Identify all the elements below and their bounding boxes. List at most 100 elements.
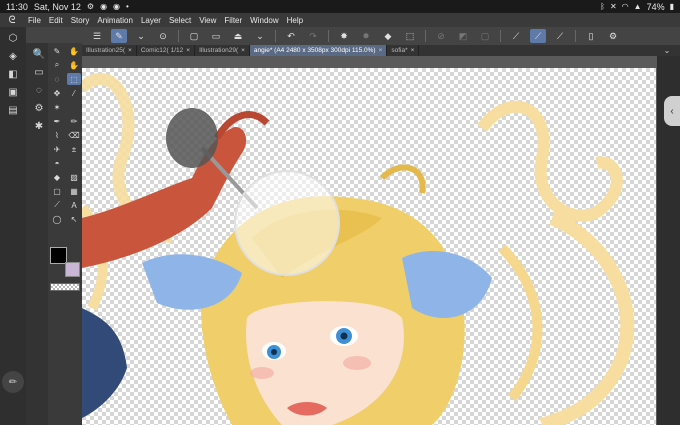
menu-help[interactable]: Help — [283, 16, 307, 25]
clear-outside-icon[interactable]: ✸ — [358, 29, 374, 43]
grid-snap-icon[interactable]: ⟋ — [552, 29, 568, 43]
selection-remove-icon[interactable]: ⊘ — [433, 29, 449, 43]
open-folder-icon[interactable]: ▭ — [208, 29, 224, 43]
new-file-icon[interactable]: ▢ — [186, 29, 202, 43]
discord-icon: ◉ — [100, 2, 108, 11]
settings-gear-icon: ⚙ — [86, 2, 95, 11]
fill-tool-icon[interactable]: ◓ — [50, 157, 64, 169]
menu-select[interactable]: Select — [165, 16, 195, 25]
companion-mode-icon[interactable]: ⊙ — [155, 29, 171, 43]
tab-illustration29[interactable]: Illustration29( × — [195, 45, 250, 56]
undo-icon[interactable]: ↶ — [283, 29, 299, 43]
balloon-tool-icon[interactable]: ◯ — [50, 213, 64, 225]
menu-hamburger-icon[interactable]: ☰ — [89, 29, 105, 43]
menu-file[interactable]: File — [24, 16, 45, 25]
fill-icon[interactable]: ◆ — [380, 29, 396, 43]
eraser-tool-icon[interactable]: ⌫ — [67, 129, 81, 141]
tab-sofia[interactable]: sofia* × — [387, 45, 420, 56]
pen-pressure-icon[interactable]: ✏ — [2, 371, 24, 393]
mute-icon: ✕ — [609, 2, 617, 11]
tab-comic12[interactable]: Comic12( 1/12 × — [137, 45, 196, 56]
chevron-down-icon[interactable]: ⌄ — [252, 29, 268, 43]
divider — [500, 30, 501, 42]
pen-nib-tool-icon[interactable]: ✒ — [50, 115, 64, 127]
gradient-tool-icon[interactable]: ▨ — [67, 171, 81, 183]
chevron-down-icon[interactable]: ⌄ — [133, 29, 149, 43]
hand-tool-icon[interactable]: ✋ — [67, 59, 81, 71]
figure-tool-icon[interactable]: ▢ — [50, 185, 64, 197]
menu-filter[interactable]: Filter — [220, 16, 246, 25]
lasso-tool-icon[interactable]: ◌ — [50, 73, 64, 85]
divider — [328, 30, 329, 42]
navigator-icon[interactable]: ▣ — [5, 85, 21, 99]
menu-bar: ᘓ File Edit Story Animation Layer Select… — [0, 13, 680, 27]
eyedropper-tool-icon[interactable]: ⁄ — [67, 87, 81, 99]
selection-invert-icon[interactable]: ◩ — [455, 29, 471, 43]
tool-palette: ✎ ✋ ⌕ ✋ ◌ ⬚ ✥ ⁄ ✶ ✒ ✏ ⌇ ⌫ ✈ ± ◓ ◆ ▨ ▢ ▦ … — [48, 43, 82, 425]
menu-window[interactable]: Window — [246, 16, 282, 25]
close-icon[interactable]: × — [411, 47, 415, 54]
transparent-color-swatch[interactable] — [50, 283, 80, 291]
save-icon[interactable]: ⏏ — [230, 29, 246, 43]
edit-mode-icon[interactable]: ✎ — [111, 29, 127, 43]
airbrush-tool-icon[interactable]: ✈ — [50, 143, 64, 155]
divider — [275, 30, 276, 42]
menu-view[interactable]: View — [195, 16, 220, 25]
subtool-settings-icon[interactable]: ⚙ — [31, 101, 47, 115]
brush-tool-icon[interactable]: ⌇ — [50, 129, 64, 141]
tab-label: Illustration25( — [86, 47, 126, 54]
tab-illustration25[interactable]: Illustration25( × — [82, 45, 137, 56]
redo-icon[interactable]: ↷ — [305, 29, 321, 43]
bucket-tool-icon[interactable]: ◆ — [50, 171, 64, 183]
menu-edit[interactable]: Edit — [45, 16, 67, 25]
settings-icon[interactable]: ⚙ — [605, 29, 621, 43]
close-icon[interactable]: × — [241, 47, 245, 54]
selection-border-icon[interactable]: ▢ — [477, 29, 493, 43]
text-tool-icon[interactable]: A — [67, 199, 81, 211]
app-logo-icon[interactable]: ᘓ — [0, 15, 24, 26]
panel-toggle-icon[interactable]: ‹ — [664, 96, 680, 126]
move-tool-icon[interactable]: ✥ — [50, 87, 64, 99]
menu-animation[interactable]: Animation — [93, 16, 137, 25]
sparkle-tool-icon[interactable]: ✶ — [50, 101, 64, 113]
tab-angie[interactable]: angie* (A4 2480 x 3508px 300dpi 115.0%) … — [249, 45, 388, 56]
menu-story[interactable]: Story — [67, 16, 94, 25]
history-icon[interactable]: ▤ — [5, 103, 21, 117]
sub-tool-column: 🔍 ▭ ◌ ⚙ ✱ — [26, 43, 48, 425]
tab-label: angie* (A4 2480 x 3508px 300dpi 115.0%) — [253, 47, 376, 54]
pencil-tool-icon[interactable]: ✏ — [67, 115, 81, 127]
zoom-tool-icon[interactable]: ⌕ — [50, 59, 64, 71]
canvas[interactable] — [82, 68, 656, 425]
layer-property-icon[interactable]: ◧ — [5, 67, 21, 81]
divider — [575, 30, 576, 42]
blend-tool-icon[interactable]: ± — [67, 143, 81, 155]
battery-level: 74% — [646, 1, 665, 12]
color-swatches — [50, 247, 80, 277]
select-tool-icon[interactable]: ⬚ — [67, 73, 81, 85]
clear-icon[interactable]: ✸ — [336, 29, 352, 43]
close-icon[interactable]: × — [379, 47, 383, 54]
layers-icon[interactable]: ◈ — [5, 49, 21, 63]
canvas-area[interactable] — [82, 56, 680, 425]
frame-tool-icon[interactable]: ▦ — [67, 185, 81, 197]
hand-tool-icon[interactable]: ✋ — [67, 45, 81, 57]
ruler-tool-icon[interactable]: ⟋ — [50, 199, 64, 211]
material-icon[interactable]: ⬡ — [5, 31, 21, 45]
zoom-icon[interactable]: 🔍 — [31, 47, 47, 61]
close-icon[interactable]: × — [128, 47, 132, 54]
chevron-down-icon[interactable]: ⌄ — [660, 45, 674, 56]
close-icon[interactable]: × — [186, 47, 190, 54]
menu-layer[interactable]: Layer — [137, 16, 165, 25]
pen-tool-icon[interactable]: ✎ — [50, 45, 64, 57]
sub-color-swatch[interactable] — [65, 262, 80, 277]
special-ruler-snap-icon[interactable]: ⟋ — [530, 29, 546, 43]
subtool-selection-icon[interactable]: ▭ — [31, 65, 47, 79]
artwork — [82, 73, 635, 425]
subtool-wand-icon[interactable]: ✱ — [31, 119, 47, 133]
smartphone-icon[interactable]: ▯ — [583, 29, 599, 43]
clock: 11:30 — [6, 1, 28, 12]
transform-icon[interactable]: ⬚ — [402, 29, 418, 43]
ruler-snap-icon[interactable]: ⟋ — [508, 29, 524, 43]
subtool-lasso-icon[interactable]: ◌ — [31, 83, 47, 97]
correct-line-tool-icon[interactable]: ↖ — [67, 213, 81, 225]
